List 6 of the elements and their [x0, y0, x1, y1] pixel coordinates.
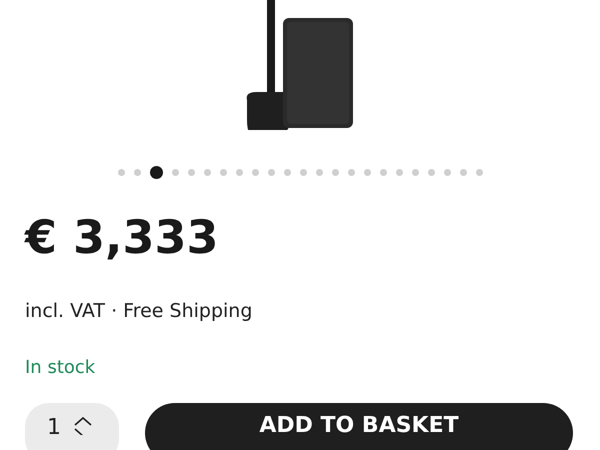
- quantity-field[interactable]: 1: [25, 402, 119, 450]
- stepper-icon[interactable]: [73, 414, 93, 434]
- add-to-basket-button[interactable]: ADD TO BASKET: [145, 402, 573, 450]
- stock-status: In stock: [25, 356, 96, 380]
- price-note: incl. VAT · Free Shipping: [25, 299, 254, 324]
- price: € 3,333: [25, 214, 220, 260]
